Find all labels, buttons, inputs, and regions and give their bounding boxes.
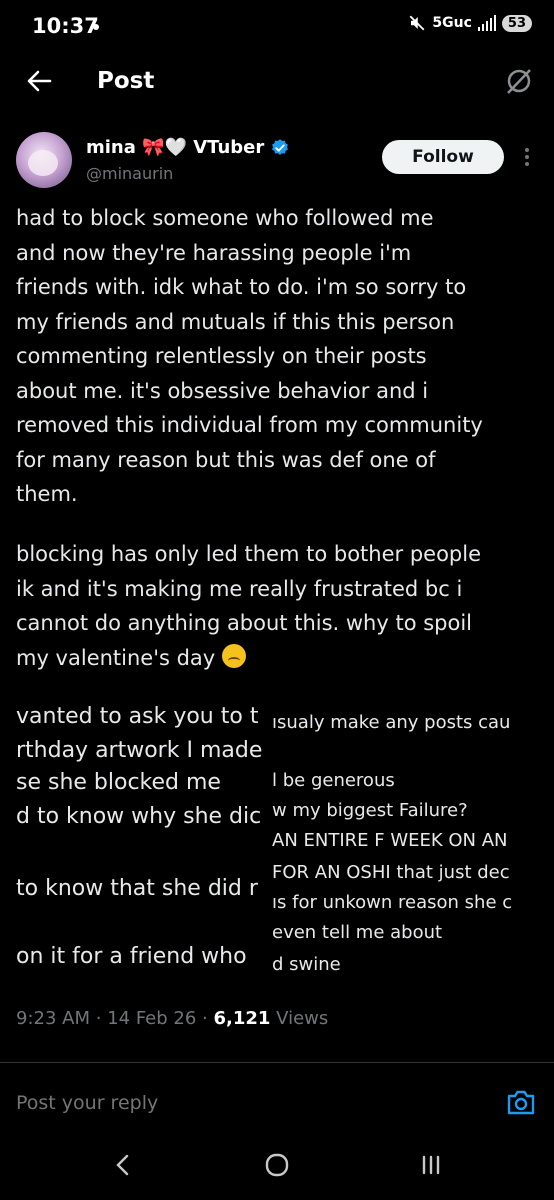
- post-paragraph-2: blocking has only led them to bother peo…: [16, 537, 544, 675]
- fragment-left-line: to know that she did r: [16, 876, 258, 901]
- mute-icon: [409, 15, 425, 31]
- fragment-right-line: AN ENTIRE F WEEK ON AN: [272, 830, 508, 851]
- views-label[interactable]: Views: [276, 1008, 328, 1029]
- meta-separator: ·: [202, 1008, 214, 1029]
- avatar[interactable]: [16, 132, 72, 188]
- fragment-right-line: l be generous: [272, 770, 395, 791]
- post-line: about me. it's obsessive behavior and i: [16, 378, 429, 403]
- post-line: my friends and mutuals if this this pers…: [16, 309, 455, 334]
- fragment-left-line: vanted to ask you to t: [16, 704, 259, 729]
- post-line: friends with. idk what to do. i'm so sor…: [16, 275, 467, 299]
- verified-badge-icon: [272, 138, 289, 155]
- fragment-right-line: FOR AN OSHI that just dec: [272, 862, 510, 883]
- nav-back-icon[interactable]: [112, 1152, 134, 1178]
- post-line: commenting relentlessly on their posts: [16, 344, 427, 368]
- post-line: for many reason but this was def one of: [16, 447, 436, 472]
- fragment-right-line: ısualy make any posts cau: [272, 712, 511, 733]
- post-paragraph-1: had to block someone who followed me and…: [16, 201, 544, 512]
- network-label: 5Guc: [432, 15, 472, 31]
- author-name-row[interactable]: mina 🎀🤍 VTuber: [86, 137, 290, 158]
- fragment-right-line: even tell me about: [272, 922, 443, 943]
- notification-dot: [93, 24, 99, 30]
- system-nav-bar: [0, 1130, 554, 1200]
- post-line: removed this individual from my communit…: [16, 413, 483, 437]
- fragment-left-line: se she blocked me: [16, 770, 221, 795]
- fragment-left-line: d to know why she dic: [16, 804, 262, 829]
- post-time: 9:23 AM: [16, 1008, 90, 1029]
- divider: [0, 1062, 554, 1063]
- fragment-right-line: d swine: [272, 954, 341, 975]
- post-line: cannot do anything about this. why to sp…: [16, 611, 473, 635]
- post-line: had to block someone who followed me: [16, 206, 434, 230]
- signal-icon: [477, 15, 496, 31]
- fragment-right-line: w my biggest Failure?: [272, 800, 468, 821]
- post-line: blocking has only led them to bother peo…: [16, 542, 482, 566]
- views-count[interactable]: 6,121: [214, 1008, 271, 1029]
- fragment-left-line: on it for a friend who: [16, 944, 247, 969]
- upside-down-face-emoji-icon: [221, 643, 246, 668]
- page-title: Post: [97, 68, 155, 94]
- post-line: them.: [16, 482, 78, 506]
- status-icons: 5Guc 53: [408, 14, 532, 32]
- back-arrow-icon[interactable]: [24, 66, 54, 96]
- battery-indicator: 53: [501, 14, 532, 32]
- meta-separator: ·: [95, 1008, 108, 1029]
- grok-icon[interactable]: [504, 66, 534, 96]
- nav-home-icon[interactable]: [264, 1152, 290, 1178]
- status-bar: 10:37 5Guc 53: [0, 0, 554, 52]
- post-date: 14 Feb 26: [107, 1008, 197, 1029]
- reply-input[interactable]: [16, 1088, 486, 1118]
- top-bar: Post: [0, 52, 554, 114]
- fragment-left-line: rthday artwork I made: [16, 738, 263, 763]
- follow-button[interactable]: Follow: [382, 140, 504, 174]
- post-line: my valentine's day: [16, 641, 544, 676]
- author-name[interactable]: mina 🎀🤍 VTuber: [86, 137, 264, 158]
- nav-recents-icon[interactable]: [420, 1152, 442, 1178]
- author-handle[interactable]: @minaurin: [86, 164, 173, 183]
- post-line: ik and it's making me really frustrated …: [16, 576, 463, 601]
- status-time: 10:37: [32, 14, 99, 38]
- embedded-image-fragments: vanted to ask you to t rthday artwork I …: [0, 700, 554, 990]
- post-meta: 9:23 AM · 14 Feb 26 · 6,121 Views: [16, 1008, 328, 1029]
- more-options-icon[interactable]: [522, 145, 532, 169]
- fragment-right-line: ıs for unkown reason she c: [272, 892, 513, 913]
- post-line-text: my valentine's day: [16, 645, 216, 670]
- post-line: and now they're harassing people i'm: [16, 240, 412, 265]
- camera-icon[interactable]: [506, 1088, 536, 1116]
